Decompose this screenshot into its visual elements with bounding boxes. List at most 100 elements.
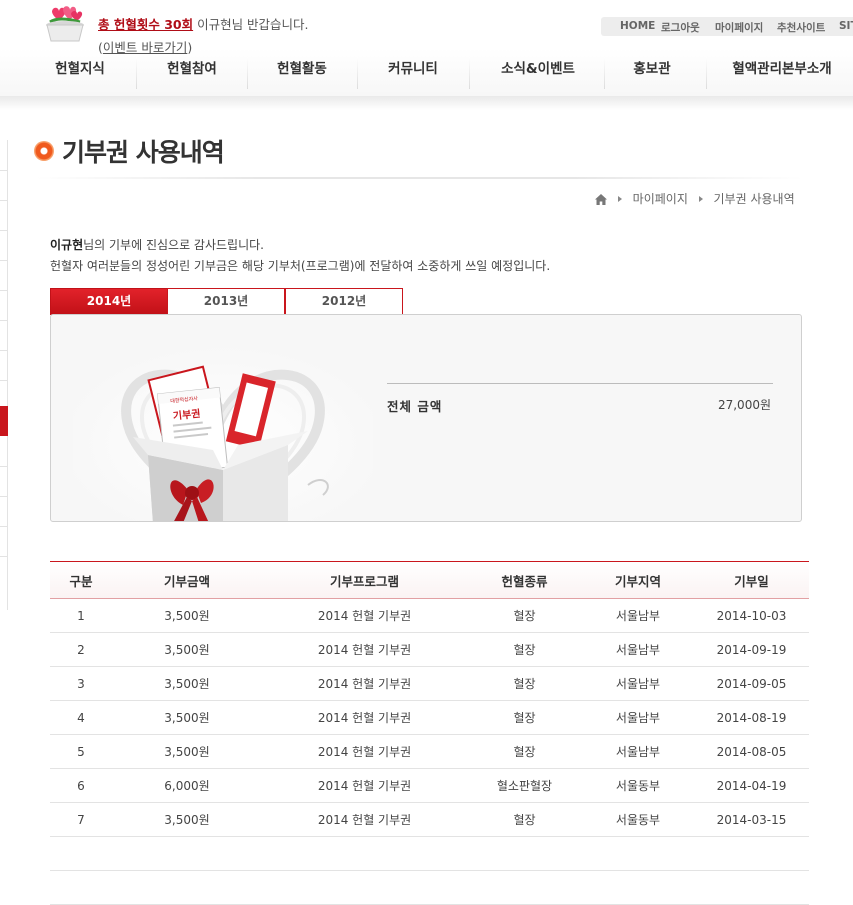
- sidebar-divider: [0, 466, 8, 467]
- cell-program: 2014 헌혈 기부권: [317, 643, 412, 657]
- util-sitemap-link[interactable]: SITE: [839, 20, 853, 32]
- nav-news-events[interactable]: 소식&이벤트: [488, 57, 588, 93]
- cell-no: 4: [77, 710, 85, 725]
- nav-divider: [247, 57, 248, 89]
- cell-donation-type: 혈소판혈장: [496, 779, 553, 793]
- main-nav: 헌혈지식 헌혈참여 헌혈활동 커뮤니티 소식&이벤트 홍보관 혈액관리본부소개: [0, 57, 853, 93]
- nav-divider: [469, 57, 470, 89]
- cell-donation-type: 혈장: [513, 813, 536, 827]
- cell-no: 3: [77, 676, 85, 691]
- breadcrumb-current: 기부권 사용내역: [713, 192, 795, 206]
- intro-thanks: 님의 기부에 진심으로 감사드립니다.: [83, 238, 264, 252]
- heart-flower-pot-icon[interactable]: [42, 6, 88, 44]
- breadcrumb-arrow-icon: [617, 196, 622, 202]
- cell-donation-type: 혈장: [513, 677, 536, 691]
- total-divider: [387, 383, 773, 384]
- nav-divider: [357, 57, 358, 89]
- table-row: 5 3,500원 2014 헌혈 기부권 혈장 서울남부 2014-08-05: [50, 735, 809, 769]
- cell-amount: 3,500원: [164, 745, 210, 759]
- col-header-amount: 기부금액: [163, 573, 210, 589]
- title-bullet-icon: [34, 141, 54, 161]
- breadcrumb-mypage[interactable]: 마이페이지: [633, 192, 688, 206]
- year-tabs: 2014년 2013년 2012년: [50, 288, 803, 315]
- table-row: 1 3,500원 2014 헌혈 기부권 혈장 서울남부 2014-10-03: [50, 599, 809, 633]
- cell-donation-type: 혈장: [513, 745, 536, 759]
- col-header-no: 구분: [69, 573, 93, 589]
- nav-divider: [136, 57, 137, 89]
- left-sidebar-edge: [0, 140, 8, 610]
- nav-participation[interactable]: 헌혈참여: [152, 57, 232, 93]
- tab-2013[interactable]: 2013년: [167, 288, 285, 315]
- cell-region: 서울남부: [615, 677, 661, 691]
- cell-date: 2014-09-05: [716, 676, 787, 691]
- cell-region: 서울남부: [615, 643, 661, 657]
- nav-divider: [706, 57, 707, 89]
- sidebar-active-item[interactable]: [0, 406, 8, 436]
- title-divider: [36, 177, 803, 179]
- summary-box: 기부권 대한적십자사 전체 금액 27,000원: [50, 314, 802, 522]
- cell-region: 서울동부: [615, 779, 661, 793]
- cell-amount: 6,000원: [164, 779, 210, 793]
- cell-date: 2014-08-05: [716, 744, 787, 759]
- cell-region: 서울남부: [615, 711, 661, 725]
- intro-text: 이규현님의 기부에 진심으로 감사드립니다. 헌혈자 여러분들의 정성어린 기부…: [50, 235, 550, 277]
- col-header-program: 기부프로그램: [329, 573, 399, 589]
- cell-date: 2014-08-19: [716, 710, 787, 725]
- sidebar-divider: [0, 350, 8, 351]
- sidebar-divider: [0, 170, 8, 171]
- cell-no: 1: [77, 608, 85, 623]
- nav-promotion[interactable]: 홍보관: [612, 57, 692, 93]
- col-header-region: 기부지역: [614, 573, 661, 589]
- tab-2014[interactable]: 2014년: [50, 288, 168, 315]
- util-recommended-sites-link[interactable]: 추천사이트: [777, 20, 825, 35]
- cell-region: 서울동부: [615, 813, 661, 827]
- cell-program: 2014 헌혈 기부권: [317, 779, 412, 793]
- sidebar-divider: [0, 320, 8, 321]
- cell-program: 2014 헌혈 기부권: [317, 677, 412, 691]
- page-title: 기부권 사용내역: [62, 138, 225, 167]
- sidebar-divider: [0, 230, 8, 231]
- table-row: 6 6,000원 2014 헌혈 기부권 혈소판혈장 서울동부 2014-04-…: [50, 769, 809, 803]
- header-shadow: [0, 96, 853, 110]
- cell-no: 6: [77, 778, 85, 793]
- tab-2012[interactable]: 2012년: [285, 288, 403, 315]
- col-header-date: 기부일: [734, 573, 769, 589]
- table-row: 4 3,500원 2014 헌혈 기부권 혈장 서울남부 2014-08-19: [50, 701, 809, 735]
- welcome-message: 총 헌혈횟수 30회 이규현님 반갑습니다.: [98, 14, 309, 33]
- util-home-link[interactable]: HOME: [620, 20, 655, 32]
- nav-divider: [604, 57, 605, 89]
- nav-community[interactable]: 커뮤니티: [373, 57, 453, 93]
- nav-activities[interactable]: 헌혈활동: [262, 57, 342, 93]
- donation-count-link[interactable]: 총 헌혈횟수 30회: [98, 17, 193, 32]
- event-link-wrap: (이벤트 바로가기): [98, 37, 192, 56]
- breadcrumb: 마이페이지 기부권 사용내역: [595, 190, 795, 207]
- table-row: 2 3,500원 2014 헌혈 기부권 혈장 서울남부 2014-09-19: [50, 633, 809, 667]
- cell-date: 2014-10-03: [716, 608, 787, 623]
- cell-amount: 3,500원: [164, 813, 210, 827]
- cell-no: 5: [77, 744, 85, 759]
- cell-amount: 3,500원: [164, 711, 210, 725]
- cell-date: 2014-09-19: [716, 642, 787, 657]
- intro-line-2: 헌혈자 여러분들의 정성어린 기부금은 해당 기부처(프로그램)에 전달하여 소…: [50, 259, 551, 273]
- home-icon[interactable]: [595, 194, 607, 205]
- sidebar-divider: [0, 526, 8, 527]
- util-mypage-link[interactable]: 마이페이지: [715, 20, 763, 35]
- cell-program: 2014 헌혈 기부권: [317, 609, 412, 623]
- cell-no: 2: [77, 642, 85, 657]
- table-row: 7 3,500원 2014 헌혈 기부권 혈장 서울동부 2014-03-15: [50, 803, 809, 837]
- donation-history-table: 구분 기부금액 기부프로그램 헌혈종류 기부지역 기부일 1 3,500원 20…: [50, 561, 809, 905]
- nav-blood-knowledge[interactable]: 헌혈지식: [40, 57, 120, 93]
- sidebar-divider: [0, 496, 8, 497]
- cell-region: 서울남부: [615, 745, 661, 759]
- util-logout-link[interactable]: 로그아웃: [661, 20, 700, 35]
- cell-program: 2014 헌혈 기부권: [317, 745, 412, 759]
- total-amount-value: 27,000원: [717, 398, 771, 412]
- cell-no: 7: [77, 812, 85, 827]
- intro-line-1: 이규현님의 기부에 진심으로 감사드립니다.: [50, 235, 550, 256]
- welcome-text: 이규현님 반갑습니다.: [193, 17, 309, 32]
- nav-about-blood-services[interactable]: 혈액관리본부소개: [722, 57, 842, 93]
- cell-date: 2014-03-15: [716, 812, 787, 827]
- cell-amount: 3,500원: [164, 677, 210, 691]
- event-shortcut-link[interactable]: 이벤트 바로가기: [103, 40, 187, 55]
- event-paren-close: ): [187, 40, 193, 55]
